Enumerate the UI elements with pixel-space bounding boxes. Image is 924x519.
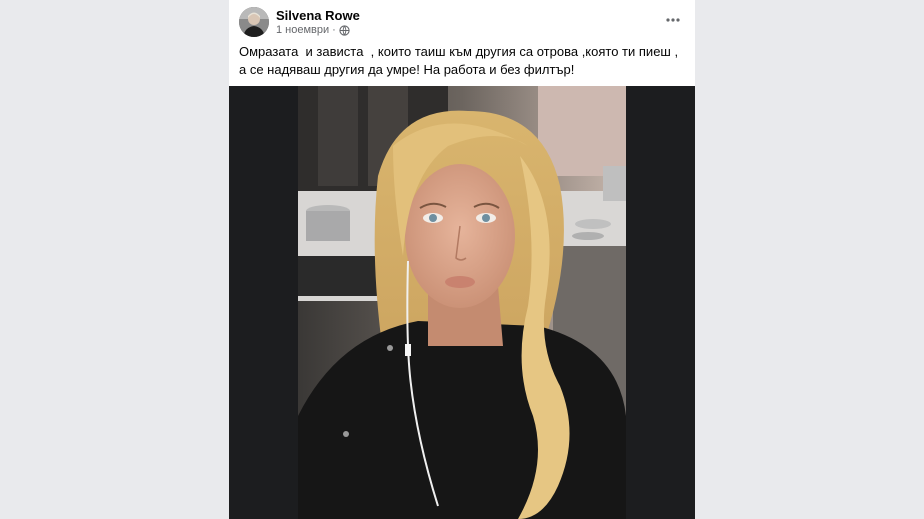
post-media[interactable] (229, 86, 695, 519)
more-horizontal-icon (666, 18, 680, 22)
post-header: Silvena Rowe 1 ноември · (229, 0, 695, 40)
meta-separator: · (332, 24, 336, 36)
person-photo-icon (239, 7, 269, 37)
post-date[interactable]: 1 ноември (276, 24, 329, 37)
selfie-image (298, 86, 626, 519)
author-avatar[interactable] (239, 7, 269, 37)
globe-icon (339, 25, 350, 36)
post-meta: 1 ноември · (276, 24, 350, 37)
author-name[interactable]: Silvena Rowe (276, 8, 360, 23)
post-options-button[interactable] (663, 10, 683, 30)
post-card: Silvena Rowe 1 ноември · Омразата и зави… (229, 0, 695, 519)
post-photo[interactable] (298, 86, 626, 519)
post-text: Омразата и завистa , които таиш към друг… (239, 44, 682, 77)
page: Silvena Rowe 1 ноември · Омразата и зави… (0, 0, 924, 519)
